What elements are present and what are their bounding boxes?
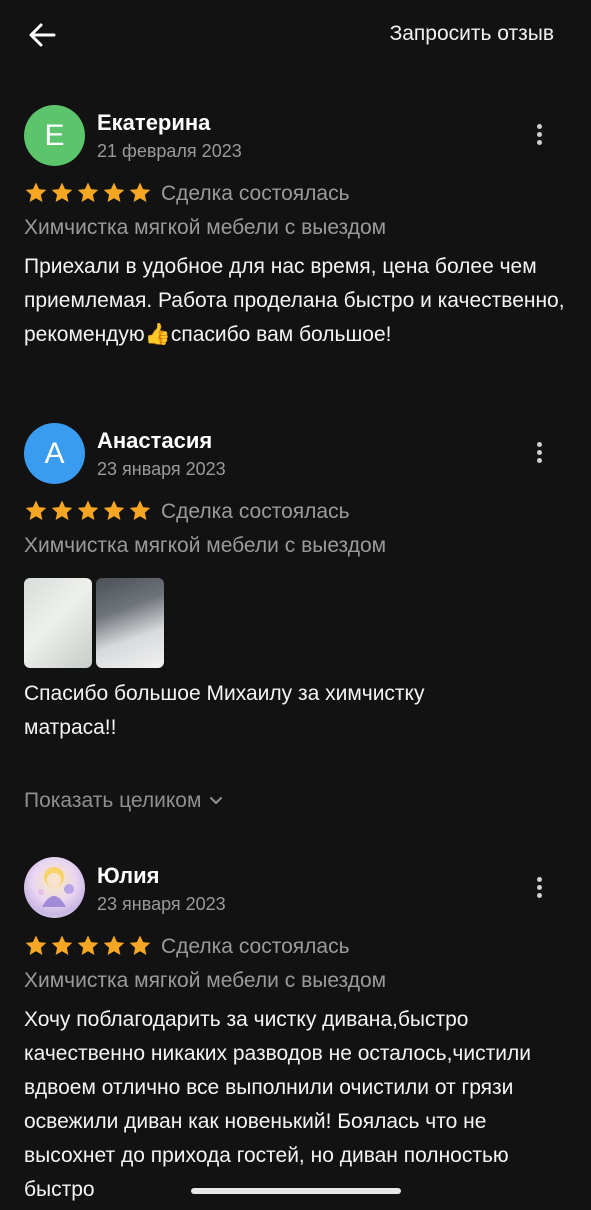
star-icon [129, 182, 151, 202]
star-icon [103, 935, 125, 955]
star-icon [103, 500, 125, 520]
star-icon [77, 935, 99, 955]
star-icon [129, 500, 151, 520]
review-date: 23 января 2023 [97, 459, 226, 479]
more-options-icon[interactable] [526, 874, 552, 904]
arrow-left-icon[interactable] [26, 18, 60, 52]
rating-stars [24, 934, 152, 958]
review-photo[interactable] [96, 578, 164, 668]
avatar-illustration-icon [38, 867, 74, 907]
more-options-icon[interactable] [526, 439, 552, 469]
rating-stars [24, 499, 152, 523]
review-date: 21 февраля 2023 [97, 141, 242, 161]
star-icon [51, 500, 73, 520]
review-text: Хочу поблагодарить за чистку дивана,быст… [24, 1008, 531, 1201]
service-name: Химчистка мягкой мебели с выездом [24, 216, 387, 239]
deal-status: Сделка состоялась [161, 935, 350, 958]
service-name: Химчистка мягкой мебели с выездом [24, 969, 387, 992]
reviewer-name: Анастасия [97, 428, 213, 453]
review-text: Приехали в удобное для нас время, цена б… [24, 255, 565, 346]
star-icon [77, 500, 99, 520]
avatar [24, 857, 85, 918]
request-review-button[interactable]: Запросить отзыв [390, 22, 554, 46]
deal-status: Сделка состоялась [161, 182, 350, 205]
home-indicator [191, 1188, 401, 1194]
avatar: Е [24, 105, 85, 166]
star-icon [51, 935, 73, 955]
star-icon [25, 182, 47, 202]
star-icon [25, 500, 47, 520]
review-photo[interactable] [24, 578, 92, 668]
star-icon [25, 935, 47, 955]
more-options-icon[interactable] [526, 121, 552, 151]
star-icon [129, 935, 151, 955]
show-all-label: Показать целиком [24, 789, 202, 812]
review-text: Спасибо большое Михаилу за химчистку мат… [24, 682, 425, 739]
star-icon [51, 182, 73, 202]
service-name: Химчистка мягкой мебели с выездом [24, 534, 387, 557]
review-date: 23 января 2023 [97, 894, 226, 914]
top-bar: Запросить отзыв [0, 0, 591, 72]
star-icon [103, 182, 125, 202]
reviewer-name: Екатерина [97, 110, 211, 135]
star-icon [77, 182, 99, 202]
show-all-button[interactable]: Показать целиком [24, 789, 223, 813]
rating-stars [24, 181, 152, 205]
reviewer-name: Юлия [97, 863, 160, 888]
deal-status: Сделка состоялась [161, 500, 350, 523]
avatar: А [24, 423, 85, 484]
chevron-down-icon [210, 797, 223, 804]
